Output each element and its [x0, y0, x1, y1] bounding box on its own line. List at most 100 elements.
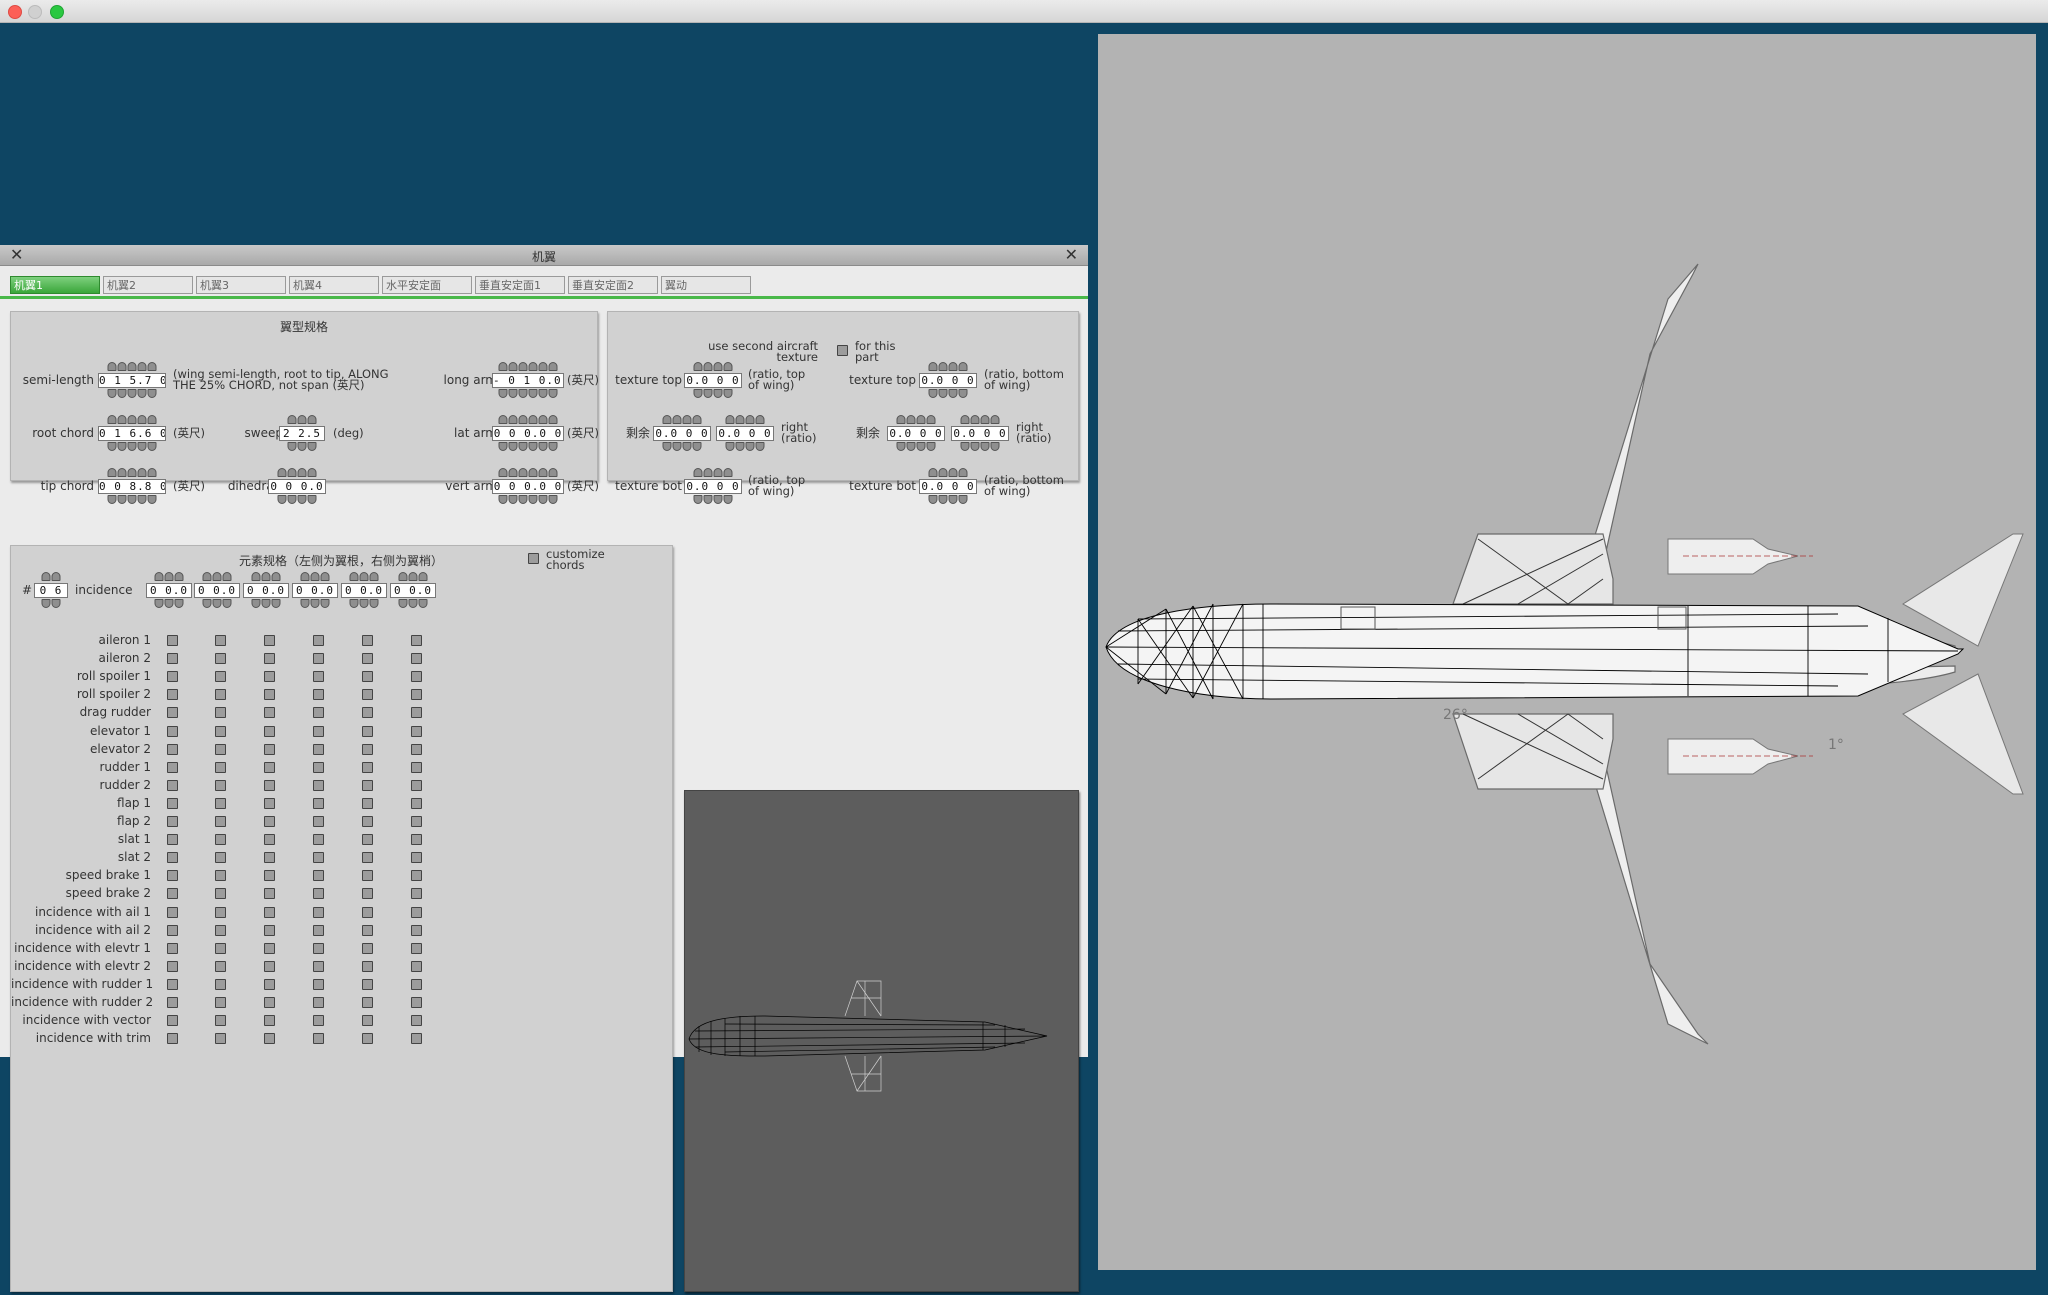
element-checkbox[interactable]	[411, 888, 422, 900]
element-checkbox[interactable]	[167, 689, 178, 701]
incidence-input-5[interactable]: 0 0.0	[341, 583, 387, 598]
element-checkbox[interactable]	[264, 942, 275, 954]
element-checkbox[interactable]	[313, 816, 324, 827]
texture-top-left-spinner[interactable]: 0.0 0 0	[684, 362, 742, 400]
element-checkbox[interactable]	[362, 671, 373, 683]
element-checkbox[interactable]	[167, 888, 178, 900]
maximize-window-button[interactable]	[50, 5, 64, 19]
element-checkbox[interactable]	[411, 834, 422, 846]
element-checkbox[interactable]	[313, 761, 324, 773]
element-checkbox[interactable]	[215, 797, 226, 809]
element-checkbox[interactable]	[313, 1015, 324, 1027]
element-checkbox[interactable]	[264, 906, 275, 918]
element-checkbox[interactable]	[167, 743, 178, 755]
element-checkbox[interactable]	[264, 852, 275, 864]
element-checkbox[interactable]	[264, 689, 275, 701]
element-checkbox[interactable]	[411, 978, 422, 990]
incidence-spinner-3[interactable]: 0 0.0	[243, 572, 289, 610]
remainder-left-b-spinner[interactable]: 0.0 0 0	[716, 415, 774, 453]
element-checkbox[interactable]	[411, 761, 422, 773]
texture-bot-left-spinner[interactable]: 0.0 0 0	[684, 468, 742, 506]
element-checkbox[interactable]	[215, 761, 226, 773]
element-checkbox[interactable]	[167, 635, 178, 646]
element-checkbox[interactable]	[167, 997, 178, 1008]
element-checkbox[interactable]	[215, 1015, 226, 1027]
tab-wing-motion[interactable]: 翼动	[661, 276, 751, 294]
element-checkbox[interactable]	[411, 1015, 422, 1027]
texture-top-right-spinner[interactable]: 0.0 0 0	[919, 362, 977, 400]
element-checkbox[interactable]	[313, 906, 324, 918]
remainder-left-a-spinner[interactable]: 0.0 0 0	[653, 415, 711, 453]
texture-bot-right-spinner[interactable]: 0.0 0 0	[919, 468, 977, 506]
element-checkbox[interactable]	[313, 924, 324, 936]
element-checkbox[interactable]	[264, 924, 275, 936]
element-checkbox[interactable]	[362, 1015, 373, 1027]
element-checkbox[interactable]	[215, 960, 226, 972]
tab-horizontal-stab[interactable]: 水平安定面	[382, 276, 472, 294]
element-checkbox[interactable]	[411, 852, 422, 864]
element-checkbox[interactable]	[167, 870, 178, 882]
element-checkbox[interactable]	[264, 870, 275, 882]
element-checkbox[interactable]	[215, 816, 226, 827]
element-checkbox[interactable]	[167, 906, 178, 918]
element-checkbox[interactable]	[215, 653, 226, 665]
element-checkbox[interactable]	[264, 743, 275, 755]
element-checkbox[interactable]	[362, 852, 373, 864]
incidence-input-3[interactable]: 0 0.0	[243, 583, 289, 598]
element-checkbox[interactable]	[362, 1033, 373, 1045]
sweep-input[interactable]: 2 2.5	[279, 426, 325, 441]
element-checkbox[interactable]	[215, 997, 226, 1008]
element-checkbox[interactable]	[215, 707, 226, 719]
element-count-input[interactable]: 0 6	[34, 583, 68, 598]
remainder-left-a-input[interactable]: 0.0 0 0	[653, 426, 711, 441]
tab-vertical-stab2[interactable]: 垂直安定面2	[568, 276, 658, 294]
element-checkbox[interactable]	[264, 888, 275, 900]
element-checkbox[interactable]	[411, 689, 422, 701]
element-checkbox[interactable]	[313, 779, 324, 791]
semi-length-input[interactable]: 0 1 5.7 0	[98, 373, 166, 388]
incidence-spinner-1[interactable]: 0 0.0	[146, 572, 192, 610]
element-checkbox[interactable]	[215, 689, 226, 701]
element-checkbox[interactable]	[411, 707, 422, 719]
element-checkbox[interactable]	[264, 997, 275, 1008]
element-checkbox[interactable]	[167, 1015, 178, 1027]
element-checkbox[interactable]	[362, 761, 373, 773]
element-checkbox[interactable]	[313, 978, 324, 990]
element-checkbox[interactable]	[411, 797, 422, 809]
tab-wing1[interactable]: 机翼1	[10, 276, 100, 294]
element-checkbox[interactable]	[362, 870, 373, 882]
element-checkbox[interactable]	[362, 707, 373, 719]
element-checkbox[interactable]	[362, 725, 373, 737]
lat-arm-input[interactable]: 0 0 0.0 0	[492, 426, 564, 441]
element-checkbox[interactable]	[411, 942, 422, 954]
long-arm-input[interactable]: - 0 1 0.0 0	[492, 373, 564, 388]
element-checkbox[interactable]	[264, 779, 275, 791]
incidence-input-1[interactable]: 0 0.0	[146, 583, 192, 598]
lat-arm-spinner[interactable]: 0 0 0.0 0	[492, 415, 564, 453]
element-checkbox[interactable]	[362, 816, 373, 827]
element-checkbox[interactable]	[264, 635, 275, 646]
element-checkbox[interactable]	[362, 960, 373, 972]
element-checkbox[interactable]	[167, 924, 178, 936]
element-checkbox[interactable]	[313, 1033, 324, 1045]
incidence-input-6[interactable]: 0 0.0	[390, 583, 436, 598]
element-checkbox[interactable]	[167, 707, 178, 719]
element-checkbox[interactable]	[264, 761, 275, 773]
dihedral-spinner[interactable]: 0 0 0.0	[268, 468, 326, 506]
element-checkbox[interactable]	[264, 978, 275, 990]
minimize-window-button[interactable]	[28, 5, 42, 19]
element-checkbox[interactable]	[362, 689, 373, 701]
element-checkbox[interactable]	[215, 743, 226, 755]
semi-length-spinner[interactable]: 0 1 5.7 0	[98, 362, 166, 400]
element-checkbox[interactable]	[215, 779, 226, 791]
element-checkbox[interactable]	[313, 653, 324, 665]
element-checkbox[interactable]	[313, 707, 324, 719]
element-checkbox[interactable]	[313, 689, 324, 701]
element-checkbox[interactable]	[313, 888, 324, 900]
element-checkbox[interactable]	[313, 997, 324, 1008]
element-checkbox[interactable]	[362, 834, 373, 846]
customize-chords-checkbox[interactable]	[528, 553, 539, 564]
element-checkbox[interactable]	[215, 924, 226, 936]
texture-top-left-input[interactable]: 0.0 0 0	[684, 373, 742, 388]
element-checkbox[interactable]	[215, 942, 226, 954]
